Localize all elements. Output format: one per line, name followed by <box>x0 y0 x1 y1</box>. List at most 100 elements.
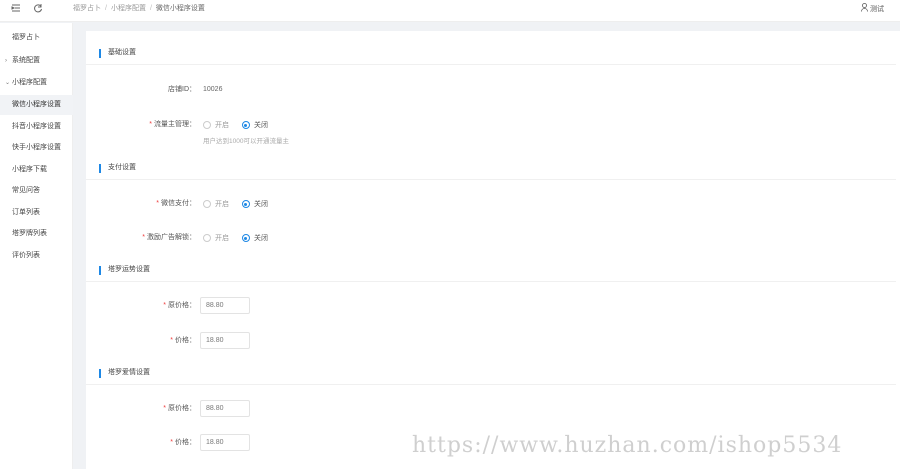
sidebar-item-label: 微信小程序设置 <box>12 101 61 108</box>
wechat-pay-radio-group: 开启 关闭 <box>203 198 279 210</box>
radio-checked-icon <box>241 121 250 129</box>
ad-unlock-label-text: 激励广告解锁： <box>147 234 196 241</box>
sidebar-item-wechat-settings[interactable]: 微信小程序设置 <box>0 95 73 115</box>
sidebar-item-tarot-cards[interactable]: 塔罗牌列表 <box>0 224 73 244</box>
sidebar-item-faq[interactable]: 常见问答 <box>0 181 73 201</box>
sidebar-item-label: 订单列表 <box>12 209 40 216</box>
sidebar: 福罗占卜 › 系统配置 ⌄ 小程序配置 微信小程序设置 抖音小程序设置 快手小程序设… <box>0 23 73 469</box>
required-mark: * <box>163 302 166 309</box>
fortune-original-price-row: * 原价格： 88.80 <box>86 297 896 314</box>
fortune-original-price-label: * 原价格： <box>163 298 196 314</box>
sidebar-item-system-config[interactable]: › 系统配置 <box>0 51 73 71</box>
ad-unlock-on-radio[interactable]: 开启 <box>203 232 229 244</box>
section-accent-bar <box>99 369 101 378</box>
traffic-owner-on-radio[interactable]: 开启 <box>203 119 229 131</box>
main-content: 基础设置 店铺ID： 10026 * 流量主管理： 开启 关闭 用户达到1000可… <box>86 31 900 469</box>
user-icon <box>861 3 868 12</box>
shop-id-row: 店铺ID： 10026 <box>86 82 896 98</box>
sidebar-item-label: 评价列表 <box>12 252 40 259</box>
sidebar-item-label: 小程序下载 <box>12 166 47 173</box>
section-basic: 基础设置 <box>86 43 896 65</box>
section-accent-bar <box>99 49 101 58</box>
ad-unlock-off-radio[interactable]: 关闭 <box>241 232 268 244</box>
love-original-price-input[interactable]: 88.80 <box>200 400 250 417</box>
traffic-owner-row: * 流量主管理： 开启 关闭 <box>86 117 896 133</box>
fortune-price-label: * 价格： <box>170 333 196 349</box>
chevron-down-icon: ⌄ <box>5 80 11 86</box>
breadcrumb-item-home[interactable]: 福罗占卜 <box>73 5 101 12</box>
chevron-right-icon: › <box>5 58 7 64</box>
sidebar-item-label: 福罗占卜 <box>12 34 40 41</box>
love-price-label-text: 价格： <box>175 439 196 446</box>
love-price-input[interactable]: 18.80 <box>200 434 250 451</box>
shop-id-value: 10026 <box>203 86 223 93</box>
section-accent-bar <box>99 266 101 275</box>
menu-fold-icon[interactable] <box>10 3 22 15</box>
sidebar-item-label: 常见问答 <box>12 187 40 194</box>
breadcrumb-item-config[interactable]: 小程序配置 <box>111 5 146 12</box>
fortune-price-label-text: 价格： <box>175 337 196 344</box>
love-price-label: * 价格： <box>170 435 196 451</box>
radio-label: 开启 <box>215 122 229 129</box>
sidebar-item-label: 系统配置 <box>12 57 40 64</box>
traffic-owner-label: * 流量主管理： <box>149 117 196 133</box>
love-original-price-label-text: 原价格： <box>168 405 196 412</box>
section-title: 支付设置 <box>108 164 136 171</box>
ad-unlock-radio-group: 开启 关闭 <box>203 232 279 244</box>
traffic-owner-hint: 用户达到1000可以开通流量主 <box>203 138 289 145</box>
sidebar-item-label: 抖音小程序设置 <box>12 123 61 130</box>
section-accent-bar <box>99 164 101 173</box>
sidebar-item-label: 塔罗牌列表 <box>12 230 47 237</box>
radio-circle-icon <box>203 121 211 129</box>
sidebar-item-miniapp-config[interactable]: ⌄ 小程序配置 <box>0 73 73 93</box>
breadcrumb: 福罗占卜 / 小程序配置 / 微信小程序设置 <box>73 5 205 12</box>
section-title: 塔罗运势设置 <box>108 266 150 273</box>
ad-unlock-label: * 激励广告解锁： <box>142 230 196 246</box>
traffic-owner-radio-group: 开启 关闭 <box>203 119 279 131</box>
user-name: 测试 <box>870 6 884 13</box>
radio-label: 关闭 <box>253 201 268 208</box>
fortune-price-input[interactable]: 18.80 <box>200 332 250 349</box>
wechat-pay-off-radio[interactable]: 关闭 <box>241 198 268 210</box>
breadcrumb-item-current: 微信小程序设置 <box>155 5 205 12</box>
required-mark: * <box>156 200 159 207</box>
fortune-price-row: * 价格： 18.80 <box>86 332 896 349</box>
section-payment: 支付设置 <box>86 158 896 180</box>
traffic-owner-off-radio[interactable]: 关闭 <box>241 119 268 131</box>
love-price-row: * 价格： 18.80 <box>86 434 896 451</box>
love-original-price-label: * 原价格： <box>163 401 196 417</box>
section-title: 基础设置 <box>108 49 136 56</box>
fortune-original-price-input[interactable]: 88.80 <box>200 297 250 314</box>
radio-label: 开启 <box>215 235 229 242</box>
sidebar-item-label: 小程序配置 <box>12 79 47 86</box>
sidebar-item-orders[interactable]: 订单列表 <box>0 203 73 223</box>
radio-label: 开启 <box>215 201 229 208</box>
love-original-price-row: * 原价格： 88.80 <box>86 400 896 417</box>
sidebar-item-douyin-settings[interactable]: 抖音小程序设置 <box>0 117 73 137</box>
shop-id-label: 店铺ID： <box>168 86 196 93</box>
radio-label: 关闭 <box>253 122 268 129</box>
ad-unlock-row: * 激励广告解锁： 开启 关闭 <box>86 230 896 246</box>
wechat-pay-row: * 微信支付： 开启 关闭 <box>86 196 896 212</box>
required-mark: * <box>149 121 152 128</box>
sidebar-item-home[interactable]: 福罗占卜 <box>0 28 73 48</box>
wechat-pay-label: * 微信支付： <box>156 196 196 212</box>
refresh-icon[interactable] <box>32 3 44 15</box>
section-tarot-love: 塔罗爱情设置 <box>86 363 896 385</box>
radio-checked-icon <box>241 200 250 208</box>
wechat-pay-on-radio[interactable]: 开启 <box>203 198 229 210</box>
user-menu[interactable]: 测试 <box>861 3 884 15</box>
traffic-owner-label-text: 流量主管理： <box>154 121 196 128</box>
sidebar-item-download[interactable]: 小程序下载 <box>0 160 73 180</box>
radio-label: 关闭 <box>253 235 268 242</box>
radio-circle-icon <box>203 200 211 208</box>
section-tarot-fortune: 塔罗运势设置 <box>86 260 896 282</box>
sidebar-item-kuaishou-settings[interactable]: 快手小程序设置 <box>0 138 73 158</box>
radio-checked-icon <box>241 234 250 242</box>
required-mark: * <box>142 234 145 241</box>
required-mark: * <box>170 439 173 446</box>
sidebar-item-label: 快手小程序设置 <box>12 144 61 151</box>
radio-circle-icon <box>203 234 211 242</box>
fortune-original-price-label-text: 原价格： <box>168 302 196 309</box>
sidebar-item-reviews[interactable]: 评价列表 <box>0 246 73 266</box>
